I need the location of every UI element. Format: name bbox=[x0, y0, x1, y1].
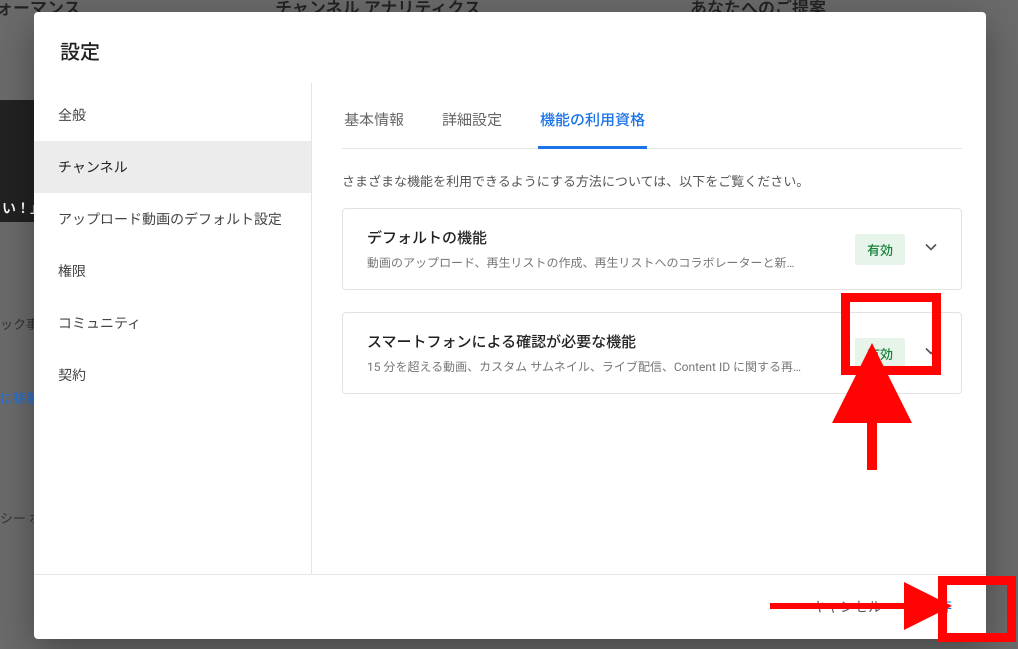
card-title: スマートフォンによる確認が必要な機能 bbox=[367, 331, 839, 352]
intro-text: さまざまな機能を利用できるようにする方法については、以下をご覧ください。 bbox=[342, 149, 962, 208]
tab-bar: 基本情報 詳細設定 機能の利用資格 bbox=[342, 91, 962, 149]
card-body: スマートフォンによる確認が必要な機能 15 分を超える動画、カスタム サムネイル… bbox=[367, 331, 839, 375]
sidebar-item-agreements[interactable]: 契約 bbox=[34, 349, 311, 401]
modal-footer: キャンセル 保存 bbox=[34, 574, 986, 639]
cancel-button[interactable]: キャンセル bbox=[800, 589, 894, 625]
card-title: デフォルトの機能 bbox=[367, 227, 839, 248]
settings-sidebar: 全般 チャンネル アップロード動画のデフォルト設定 権限 コミュニティ 契約 bbox=[34, 83, 312, 574]
sidebar-item-channel[interactable]: チャンネル bbox=[34, 141, 311, 193]
sidebar-item-permissions[interactable]: 権限 bbox=[34, 245, 311, 297]
sidebar-item-general[interactable]: 全般 bbox=[34, 89, 311, 141]
card-subtitle: 15 分を超える動画、カスタム サムネイル、ライブ配信、Content ID に… bbox=[367, 358, 839, 375]
tab-advanced[interactable]: 詳細設定 bbox=[440, 91, 504, 149]
card-subtitle: 動画のアップロード、再生リストの作成、再生リストへのコラボレーターと新… bbox=[367, 254, 839, 271]
tab-basic[interactable]: 基本情報 bbox=[342, 91, 406, 149]
card-default-features[interactable]: デフォルトの機能 動画のアップロード、再生リストの作成、再生リストへのコラボレー… bbox=[342, 208, 962, 290]
modal-title: 設定 bbox=[34, 12, 986, 83]
tab-feature-eligibility[interactable]: 機能の利用資格 bbox=[538, 91, 647, 149]
sidebar-item-community[interactable]: コミュニティ bbox=[34, 297, 311, 349]
annotation-box-enabled-badge bbox=[841, 293, 941, 375]
sidebar-item-upload-defaults[interactable]: アップロード動画のデフォルト設定 bbox=[34, 193, 311, 245]
card-body: デフォルトの機能 動画のアップロード、再生リストの作成、再生リストへのコラボレー… bbox=[367, 227, 839, 271]
chevron-down-icon[interactable] bbox=[921, 237, 941, 261]
annotation-box-save bbox=[938, 576, 1016, 642]
status-badge-enabled: 有効 bbox=[855, 234, 905, 265]
